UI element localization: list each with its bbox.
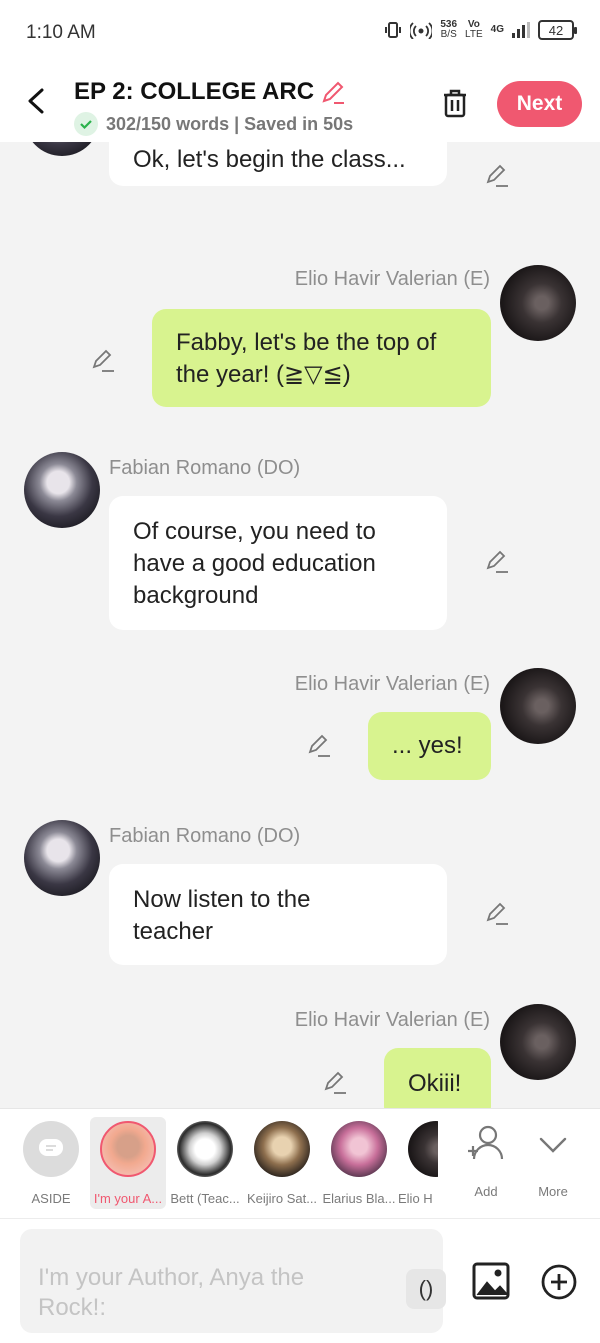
speaker-name: Elio Havir Valerian (E) xyxy=(294,673,490,695)
message-bubble[interactable]: Now listen to the teacher xyxy=(109,864,447,965)
avatar xyxy=(24,452,100,528)
editor-header: EP 2: COLLEGE ARC 302/150 words | Saved … xyxy=(0,66,600,142)
character-label: Keijiro Sat... xyxy=(246,1191,318,1206)
word-count-text: 302/150 words | Saved in 50s xyxy=(106,113,354,134)
status-bar: 1:10 AM 536 B/S Vo LTE 4G 42 xyxy=(0,0,600,66)
edit-message-icon[interactable] xyxy=(484,900,510,926)
avatar xyxy=(500,1004,576,1080)
avatar xyxy=(24,142,100,156)
vibrate-icon xyxy=(385,22,402,38)
character-selector: ASIDE I'm your A... Bett (Teac... Keijir… xyxy=(0,1108,600,1218)
speaker-name: Elio Havir Valerian (E) xyxy=(294,268,490,290)
message-bubble[interactable]: ... yes! xyxy=(368,712,491,780)
hotspot-icon xyxy=(410,22,433,39)
avatar xyxy=(331,1121,387,1177)
add-character-button[interactable]: Add xyxy=(448,1117,524,1209)
status-icons: 536 B/S Vo LTE 4G 42 xyxy=(384,19,577,40)
save-status: 302/150 words | Saved in 50s xyxy=(74,112,353,136)
avatar xyxy=(500,265,576,341)
message-input[interactable]: I'm your Author, Anya the Rock!: () xyxy=(20,1229,446,1333)
episode-title: EP 2: COLLEGE ARC xyxy=(74,78,315,105)
message-bubble[interactable]: Ok, let's begin the class... xyxy=(109,142,447,186)
edit-message-icon[interactable] xyxy=(90,347,116,373)
character-elio[interactable]: Elio H xyxy=(398,1117,438,1209)
add-circle-icon[interactable] xyxy=(540,1263,578,1301)
character-bett[interactable]: Bett (Teac... xyxy=(167,1117,243,1209)
character-label: Elarius Bla... xyxy=(322,1191,396,1206)
speaker-name: Fabian Romano (DO) xyxy=(109,457,301,479)
edit-message-icon[interactable] xyxy=(484,162,510,188)
title-row: EP 2: COLLEGE ARC xyxy=(74,78,346,106)
edit-message-icon[interactable] xyxy=(306,732,332,758)
edit-message-icon[interactable] xyxy=(484,548,510,574)
message-bubble[interactable]: Of course, you need to have a good educa… xyxy=(109,496,447,630)
more-button[interactable]: More xyxy=(515,1117,591,1209)
speaker-name: Fabian Romano (DO) xyxy=(109,825,301,847)
chat-area: Ok, let's begin the class... Elio Havir … xyxy=(0,142,600,1108)
volte-indicator: Vo LTE xyxy=(465,19,483,40)
character-label: Bett (Teac... xyxy=(170,1191,240,1206)
character-author[interactable]: I'm your A... xyxy=(90,1117,166,1209)
image-icon[interactable] xyxy=(471,1261,511,1301)
next-button[interactable]: Next xyxy=(497,81,582,127)
status-time: 1:10 AM xyxy=(26,22,96,43)
character-elarius[interactable]: Elarius Bla... xyxy=(321,1117,397,1209)
edit-title-icon[interactable] xyxy=(320,79,346,105)
more-label: More xyxy=(538,1184,568,1199)
input-placeholder: I'm your Author, Anya the Rock!: xyxy=(38,1264,305,1321)
avatar xyxy=(177,1121,233,1177)
speaker-name: Elio Havir Valerian (E) xyxy=(294,1009,490,1031)
check-icon xyxy=(74,112,98,136)
add-person-icon xyxy=(468,1125,504,1160)
avatar xyxy=(408,1121,438,1177)
message-bubble[interactable]: Fabby, let's be the top of the year! (≧▽… xyxy=(152,309,491,407)
aside-bubble-icon xyxy=(23,1121,79,1177)
edit-message-icon[interactable] xyxy=(322,1069,348,1095)
add-label: Add xyxy=(474,1184,498,1199)
character-keijiro[interactable]: Keijiro Sat... xyxy=(244,1117,320,1209)
trash-icon[interactable] xyxy=(438,86,472,120)
net-speed: 536 B/S xyxy=(440,19,458,40)
avatar xyxy=(100,1121,156,1177)
avatar xyxy=(24,820,100,896)
chevron-down-icon xyxy=(539,1137,567,1153)
avatar xyxy=(500,668,576,744)
character-label: I'm your A... xyxy=(93,1191,163,1206)
network-type: 4G xyxy=(490,24,504,35)
back-arrow-icon[interactable] xyxy=(24,86,50,116)
battery-icon: 42 xyxy=(538,20,577,40)
signal-icon xyxy=(512,22,530,38)
action-paren-button[interactable]: () xyxy=(406,1269,446,1309)
message-bubble[interactable]: Okiii! xyxy=(384,1048,491,1108)
avatar xyxy=(254,1121,310,1177)
character-label: ASIDE xyxy=(31,1191,71,1206)
character-aside[interactable]: ASIDE xyxy=(13,1117,89,1209)
character-label: Elio H xyxy=(398,1191,433,1206)
composer: I'm your Author, Anya the Rock!: () xyxy=(0,1218,600,1343)
